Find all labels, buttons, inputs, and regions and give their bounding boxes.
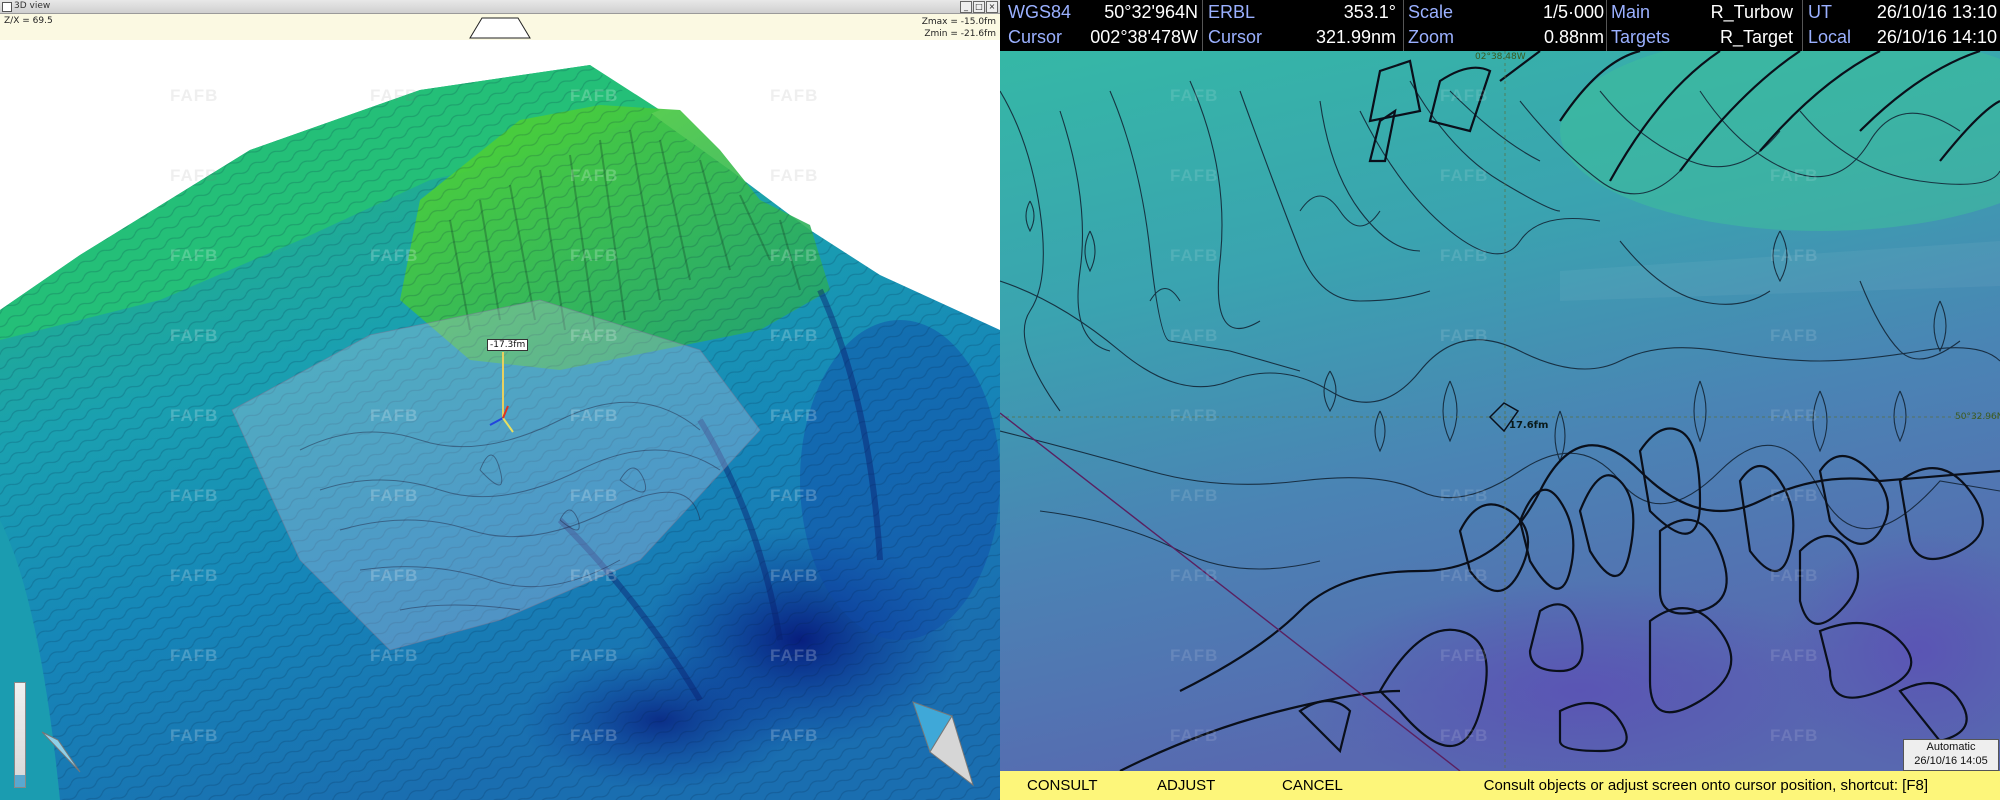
cursor-range-label: Cursor [1208,27,1263,47]
ut-value: 26/10/16 13:10 [1876,2,1997,22]
ut-label: UT [1808,2,1832,22]
local-time-value: 26/10/16 14:10 [1876,27,1997,47]
main-value: R_Turbow [1710,2,1793,22]
chart-depth-label: 17.6fm [1509,420,1549,431]
command-bar: CONSULT ADJUST CANCEL Consult objects or… [1000,771,2000,800]
status-separator [1802,0,1803,51]
status-separator [1403,0,1404,51]
zoom-label: Zoom [1408,27,1455,47]
cursor-range-value: 321.99nm [1315,27,1396,47]
scale-value: 1/5·000 [1542,2,1604,22]
window-app-icon [2,2,12,12]
zmin-label: Zmin = -21.6fm [924,29,996,39]
chart-panel[interactable]: WGS84 50°32'964N ERBL 353.1° Scale 1/5·0… [1000,0,2000,800]
minimize-button[interactable]: _ [960,1,972,13]
zmax-label: Zmax = -15.0fm [921,17,996,27]
targets-label: Targets [1611,27,1671,47]
command-hint-text: Consult objects or adjust screen onto cu… [1483,777,1928,794]
status-bar: WGS84 50°32'964N ERBL 353.1° Scale 1/5·0… [1000,0,2000,51]
vertical-exaggeration-slider[interactable] [14,682,26,788]
latitude-tick-label: 50°32.96N [1955,412,2000,422]
maximize-button[interactable]: □ [973,1,985,13]
status-separator [1202,0,1203,51]
cancel-button[interactable]: CANCEL [1282,771,1343,800]
zx-ratio-label: Z/X = 69.5 [4,16,53,26]
slider-fill [15,775,25,787]
cursor-label: Cursor [1008,27,1063,47]
window-title: 3D view [14,1,51,11]
adjust-button[interactable]: ADJUST [1157,771,1215,800]
erbl-bearing-value: 353.1° [1343,2,1396,22]
3d-view-panel[interactable]: FAFB FAFB FAFB FAFB FAFB FAFB FAFB FAFB … [0,0,1000,800]
close-button[interactable]: × [986,1,998,13]
mode-indicator-box: Automatic 26/10/16 14:05 [1903,739,1999,771]
bathymetry-chart-map[interactable] [1000,51,2000,771]
view-tilt-handle-icon[interactable] [468,16,532,40]
mode-timestamp: 26/10/16 14:05 [1914,755,1988,767]
main-label: Main [1611,2,1651,22]
latitude-value: 50°32'964N [1104,2,1198,22]
mode-label: Automatic [1926,741,1976,753]
zoom-value: 0.88nm [1543,27,1604,47]
window-titlebar[interactable]: 3D view _ □ × [0,0,1000,14]
targets-value: R_Target [1719,27,1793,47]
consult-button[interactable]: CONSULT [1027,771,1098,800]
longitude-value: 002°38'478W [1090,27,1198,47]
terrain-3d-render[interactable] [0,0,1000,800]
depth-marker-label: -17.3fm [487,339,529,351]
erbl-label: ERBL [1208,2,1256,22]
longitude-tick-label: 02°38.48W [1475,52,1526,62]
status-separator [1606,0,1607,51]
scale-label: Scale [1408,2,1454,22]
local-label: Local [1808,27,1852,47]
